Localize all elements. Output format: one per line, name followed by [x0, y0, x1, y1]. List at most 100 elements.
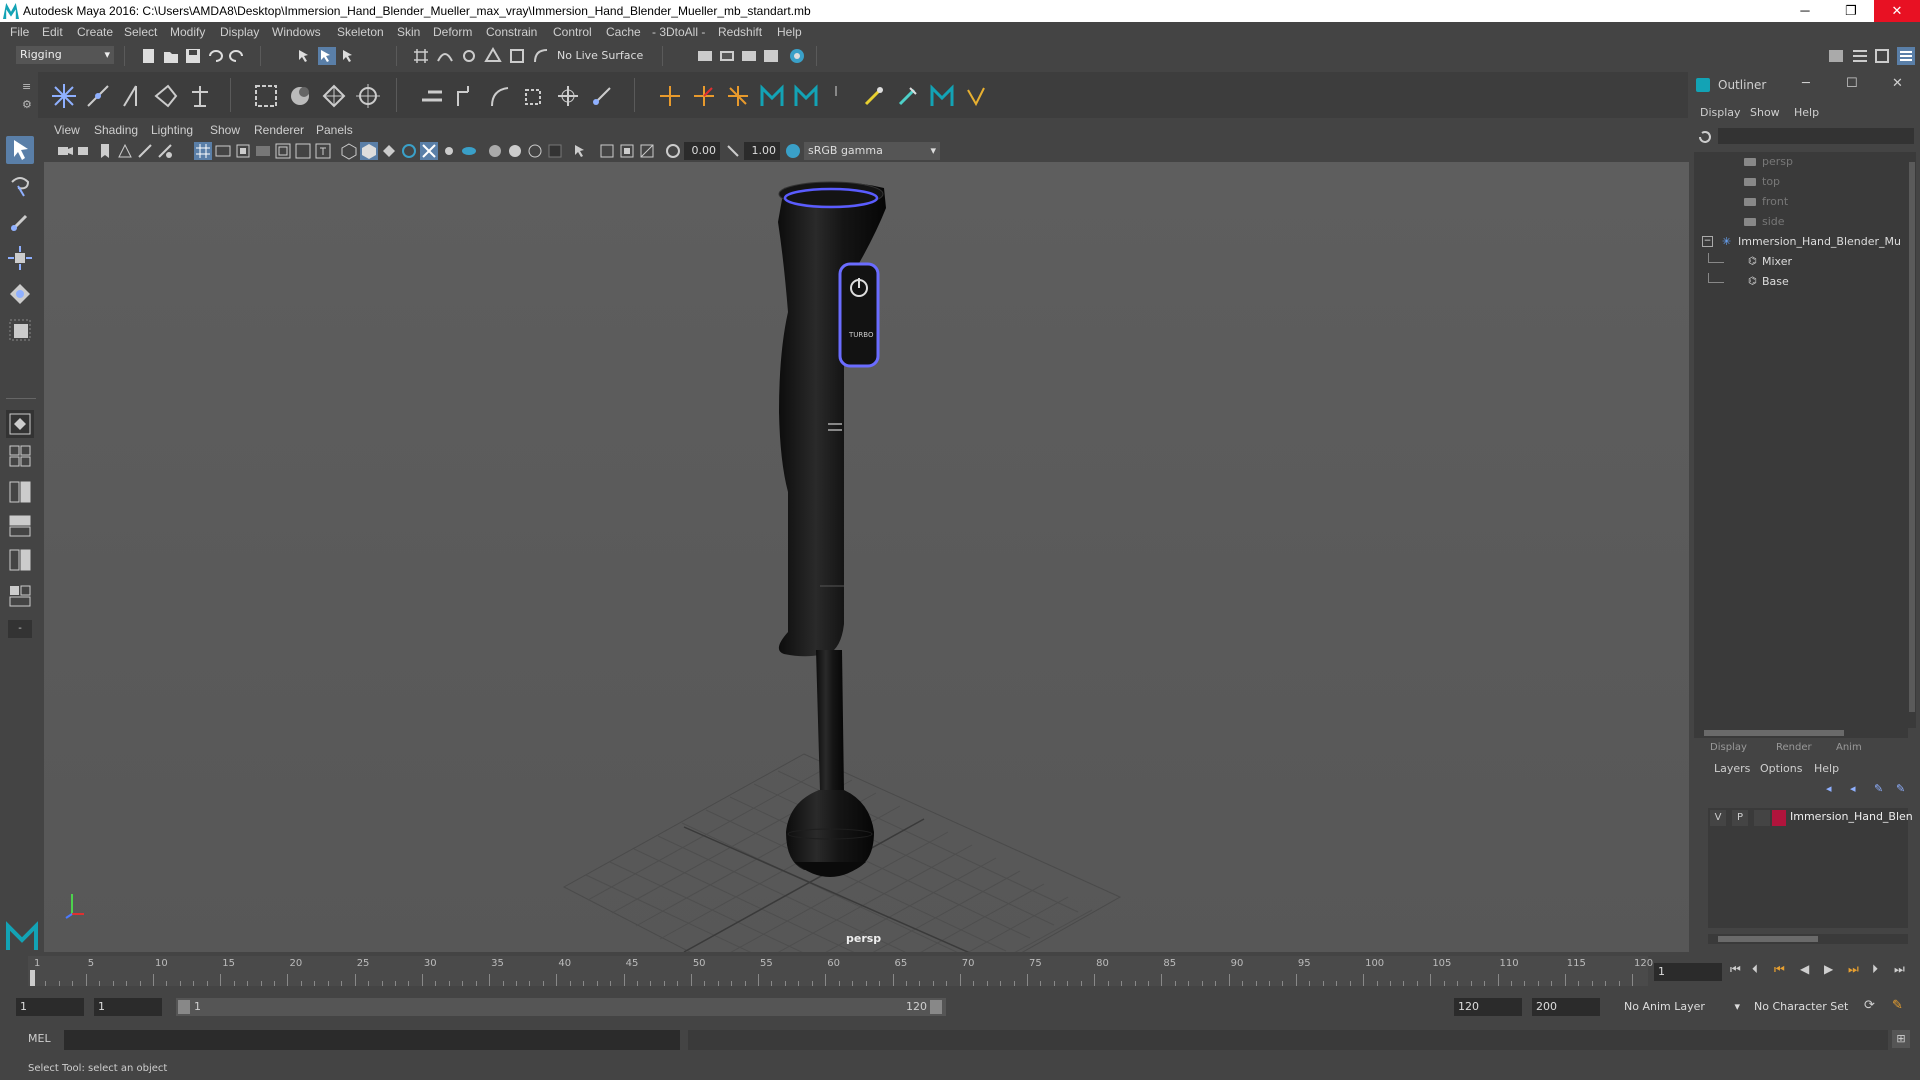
time-slider[interactable]: 1 5 10 15 20 25 30 35 40 45 50 55 60 65 70 75 80 85 90 95 10… [0, 956, 1920, 996]
backface-culling-icon[interactable] [638, 142, 656, 160]
render-current-icon[interactable] [718, 47, 736, 65]
collapse-toggle-icon[interactable]: − [1702, 236, 1713, 247]
paint-weights-icon[interactable] [320, 82, 348, 110]
outliner-item-top[interactable]: top [1694, 173, 1914, 191]
menu-help[interactable]: Help [777, 25, 802, 39]
animation-preferences-icon[interactable]: ✎ [1892, 998, 1903, 1013]
script-language-label[interactable]: MEL [28, 1032, 51, 1045]
new-layer-icon[interactable]: ✎ [1874, 782, 1883, 795]
layer-row[interactable]: V P Immersion_Hand_Blen [1708, 808, 1913, 828]
smooth-bind-icon[interactable] [286, 82, 314, 110]
shadows-icon[interactable] [460, 142, 478, 160]
ik-handle-icon[interactable] [186, 82, 214, 110]
menu-select[interactable]: Select [124, 25, 157, 39]
start-time-field[interactable]: 1 [16, 998, 84, 1016]
bind-skin-icon[interactable] [252, 82, 280, 110]
smooth-shade-icon[interactable] [360, 142, 378, 160]
channel-box-icon[interactable] [1897, 47, 1915, 65]
range-start-handle[interactable] [178, 1000, 190, 1014]
live-surface-field[interactable]: No Live Surface [553, 47, 657, 65]
grease-pencil-icon[interactable] [136, 142, 154, 160]
tab-render[interactable]: Render [1776, 742, 1812, 753]
redo-icon[interactable] [228, 47, 246, 65]
motion-blur-icon[interactable] [506, 142, 524, 160]
go-to-start-icon[interactable]: ⏮ [1730, 962, 1741, 977]
menu-control[interactable]: Control [553, 25, 592, 39]
scale-tool-icon[interactable] [6, 316, 34, 344]
color-management-icon[interactable] [784, 142, 802, 160]
menu-cache[interactable]: Cache [606, 25, 641, 39]
select-tool-icon[interactable] [6, 136, 34, 164]
joint-tool-icon[interactable] [50, 82, 78, 110]
outliner-item-side[interactable]: side [1694, 213, 1914, 231]
snap-surface-icon[interactable] [508, 47, 526, 65]
grid-toggle-icon[interactable] [194, 142, 212, 160]
outliner-horizontal-scrollbar[interactable] [1694, 728, 1908, 738]
layers-menu-layers[interactable]: Layers [1714, 762, 1750, 775]
snap-curve-icon[interactable] [436, 47, 454, 65]
new-scene-icon[interactable] [140, 47, 158, 65]
menu-constrain[interactable]: Constrain [486, 25, 537, 39]
restore-button[interactable]: ❐ [1828, 0, 1874, 22]
outliner-menu-show[interactable]: Show [1750, 106, 1780, 119]
step-forward-frame-icon[interactable]: ⏵ [1872, 962, 1878, 977]
menu-modify[interactable]: Modify [170, 25, 205, 39]
field-chart-icon[interactable] [274, 142, 292, 160]
attribute-editor-icon[interactable] [1851, 47, 1869, 65]
step-back-key-icon[interactable]: ⏮ [1774, 962, 1785, 977]
command-input[interactable] [64, 1030, 680, 1050]
outliner-menu-help[interactable]: Help [1794, 106, 1819, 119]
auto-key-icon[interactable]: ⟳ [1864, 998, 1875, 1013]
paint-brush-icon[interactable] [860, 82, 888, 110]
menu-windows[interactable]: Windows [272, 25, 321, 39]
outliner-menu-display[interactable]: Display [1700, 106, 1741, 119]
select-hierarchy-icon[interactable] [296, 47, 314, 65]
tab-display[interactable]: Display [1710, 742, 1747, 753]
layer-scrollbar[interactable] [1708, 934, 1908, 944]
skin-tool-icon[interactable] [894, 82, 922, 110]
depth-of-field-icon[interactable] [546, 142, 564, 160]
undo-icon[interactable] [206, 47, 224, 65]
shelf-menu-icon[interactable]: ≡ [22, 80, 31, 93]
go-to-end-icon[interactable]: ⏭ [1894, 962, 1905, 977]
range-end-handle[interactable] [930, 1000, 942, 1014]
hypershade-icon[interactable] [788, 47, 806, 65]
play-backward-icon[interactable]: ◀ [1800, 962, 1809, 976]
wireframe-icon[interactable] [340, 142, 358, 160]
layers-menu-help[interactable]: Help [1814, 762, 1839, 775]
exposure-field[interactable]: 0.00 [684, 142, 720, 160]
snap-view-plane-icon[interactable] [484, 47, 502, 65]
camera-select-icon[interactable] [56, 142, 74, 160]
cluster-icon[interactable] [418, 82, 446, 110]
menu-skin[interactable]: Skin [397, 25, 420, 39]
vp-menu-shading[interactable]: Shading [94, 123, 138, 137]
two-view-layout-icon[interactable] [6, 478, 34, 506]
four-view-layout-icon[interactable] [6, 442, 34, 470]
minimize-button[interactable]: ─ [1782, 0, 1828, 22]
outliner-minimize-button[interactable]: ─ [1802, 76, 1810, 91]
rotate-tool-icon[interactable] [6, 280, 34, 308]
outliner-item-base[interactable]: ⌬ Base [1694, 273, 1914, 291]
tool-settings-icon[interactable] [1873, 47, 1891, 65]
outliner-search-field[interactable] [1718, 128, 1914, 144]
select-objects-icon[interactable] [318, 47, 336, 65]
close-button[interactable]: ✕ [1874, 0, 1920, 22]
tab-anim[interactable]: Anim [1836, 742, 1862, 753]
checkmark-tool-icon[interactable] [962, 82, 990, 110]
step-forward-key-icon[interactable]: ⏭ [1848, 962, 1859, 977]
move-tool-icon[interactable] [6, 244, 34, 272]
maya-script-icon-3[interactable] [928, 82, 956, 110]
layer-display-type-toggle[interactable] [1754, 810, 1770, 826]
menu-edit[interactable]: Edit [42, 25, 63, 39]
gamma-field[interactable]: 1.00 [744, 142, 780, 160]
single-view-layout-icon[interactable] [6, 410, 34, 438]
maya-script-icon-1[interactable] [758, 82, 786, 110]
bookmark-icon[interactable] [96, 142, 114, 160]
isolate-select-icon[interactable] [572, 142, 590, 160]
vp-menu-lighting[interactable]: Lighting [151, 123, 193, 137]
xray-icon[interactable] [420, 142, 438, 160]
xray-joints-icon[interactable] [598, 142, 616, 160]
paint-select-icon[interactable] [6, 208, 34, 236]
modeling-toolkit-icon[interactable] [1827, 47, 1845, 65]
script-editor-icon[interactable]: ⊞ [1892, 1030, 1910, 1048]
